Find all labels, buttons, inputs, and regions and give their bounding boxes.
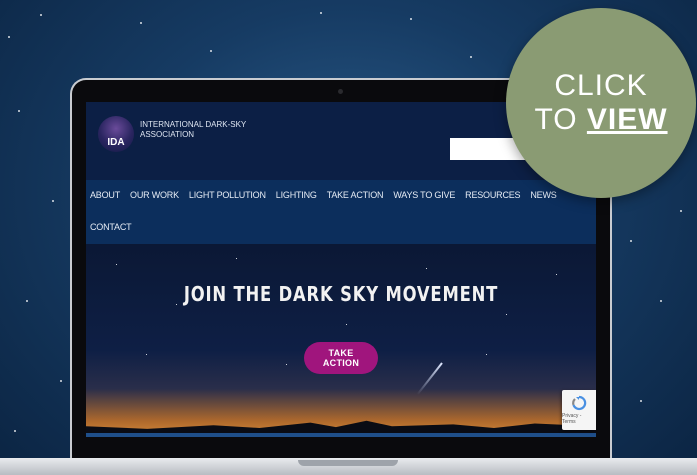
recaptcha-label: Privacy - Terms [562,413,582,425]
take-action-button[interactable]: TAKE ACTION [304,342,378,374]
star [210,50,212,52]
nav-item-about[interactable]: ABOUT [90,190,120,200]
star [660,300,662,302]
nav-item-contact[interactable]: CONTACT [90,222,132,232]
star [146,354,147,355]
star [470,56,472,58]
recaptcha-icon [572,395,587,411]
star [506,314,507,315]
nav-item-news[interactable]: NEWS [530,190,556,200]
to-view-label: TO VIEW [534,103,667,137]
star [14,430,16,432]
ida-logo-icon[interactable]: IDA [98,116,134,152]
star [640,400,642,402]
hero-banner: JOIN THE DARK SKY MOVEMENT TAKE ACTION [86,244,596,437]
nav-item-resources[interactable]: RESOURCES [465,190,520,200]
to-label: TO [534,103,587,136]
nav-item-take-action[interactable]: TAKE ACTION [327,190,384,200]
star [60,380,62,382]
laptop-base-notch [298,460,398,466]
nav-item-lighting[interactable]: LIGHTING [276,190,317,200]
comet-icon [416,362,443,396]
star [18,110,20,112]
webcam-icon [338,89,343,94]
star [140,22,142,24]
star [556,274,557,275]
click-label: CLICK [554,69,648,102]
nav-row-secondary: CONTACT [90,222,132,232]
star [680,210,682,212]
click-to-view-button[interactable]: CLICK TO VIEW [506,8,696,198]
star [486,354,487,355]
view-label: VIEW [586,103,668,136]
star [346,324,347,325]
logo-text: IDA [107,137,125,148]
star [320,12,322,14]
star [116,264,117,265]
star [8,36,10,38]
star [52,200,54,202]
star [630,240,632,242]
organization-name[interactable]: INTERNATIONAL DARK-SKY ASSOCIATION [140,120,250,140]
nav-item-ways-to-give[interactable]: WAYS TO GIVE [393,190,455,200]
nav-row-primary: ABOUT OUR WORK LIGHT POLLUTION LIGHTING … [90,190,557,200]
star [26,300,28,302]
hero-bottom-strip [86,433,596,437]
star [426,268,427,269]
star [286,364,287,365]
hero-title: JOIN THE DARK SKY MOVEMENT [183,282,499,306]
nav-item-light-pollution[interactable]: LIGHT POLLUTION [189,190,266,200]
main-navigation: ABOUT OUR WORK LIGHT POLLUTION LIGHTING … [86,180,596,244]
nav-item-our-work[interactable]: OUR WORK [130,190,179,200]
star [236,258,237,259]
star [40,14,42,16]
recaptcha-badge[interactable]: Privacy - Terms [562,390,596,430]
star [410,18,412,20]
